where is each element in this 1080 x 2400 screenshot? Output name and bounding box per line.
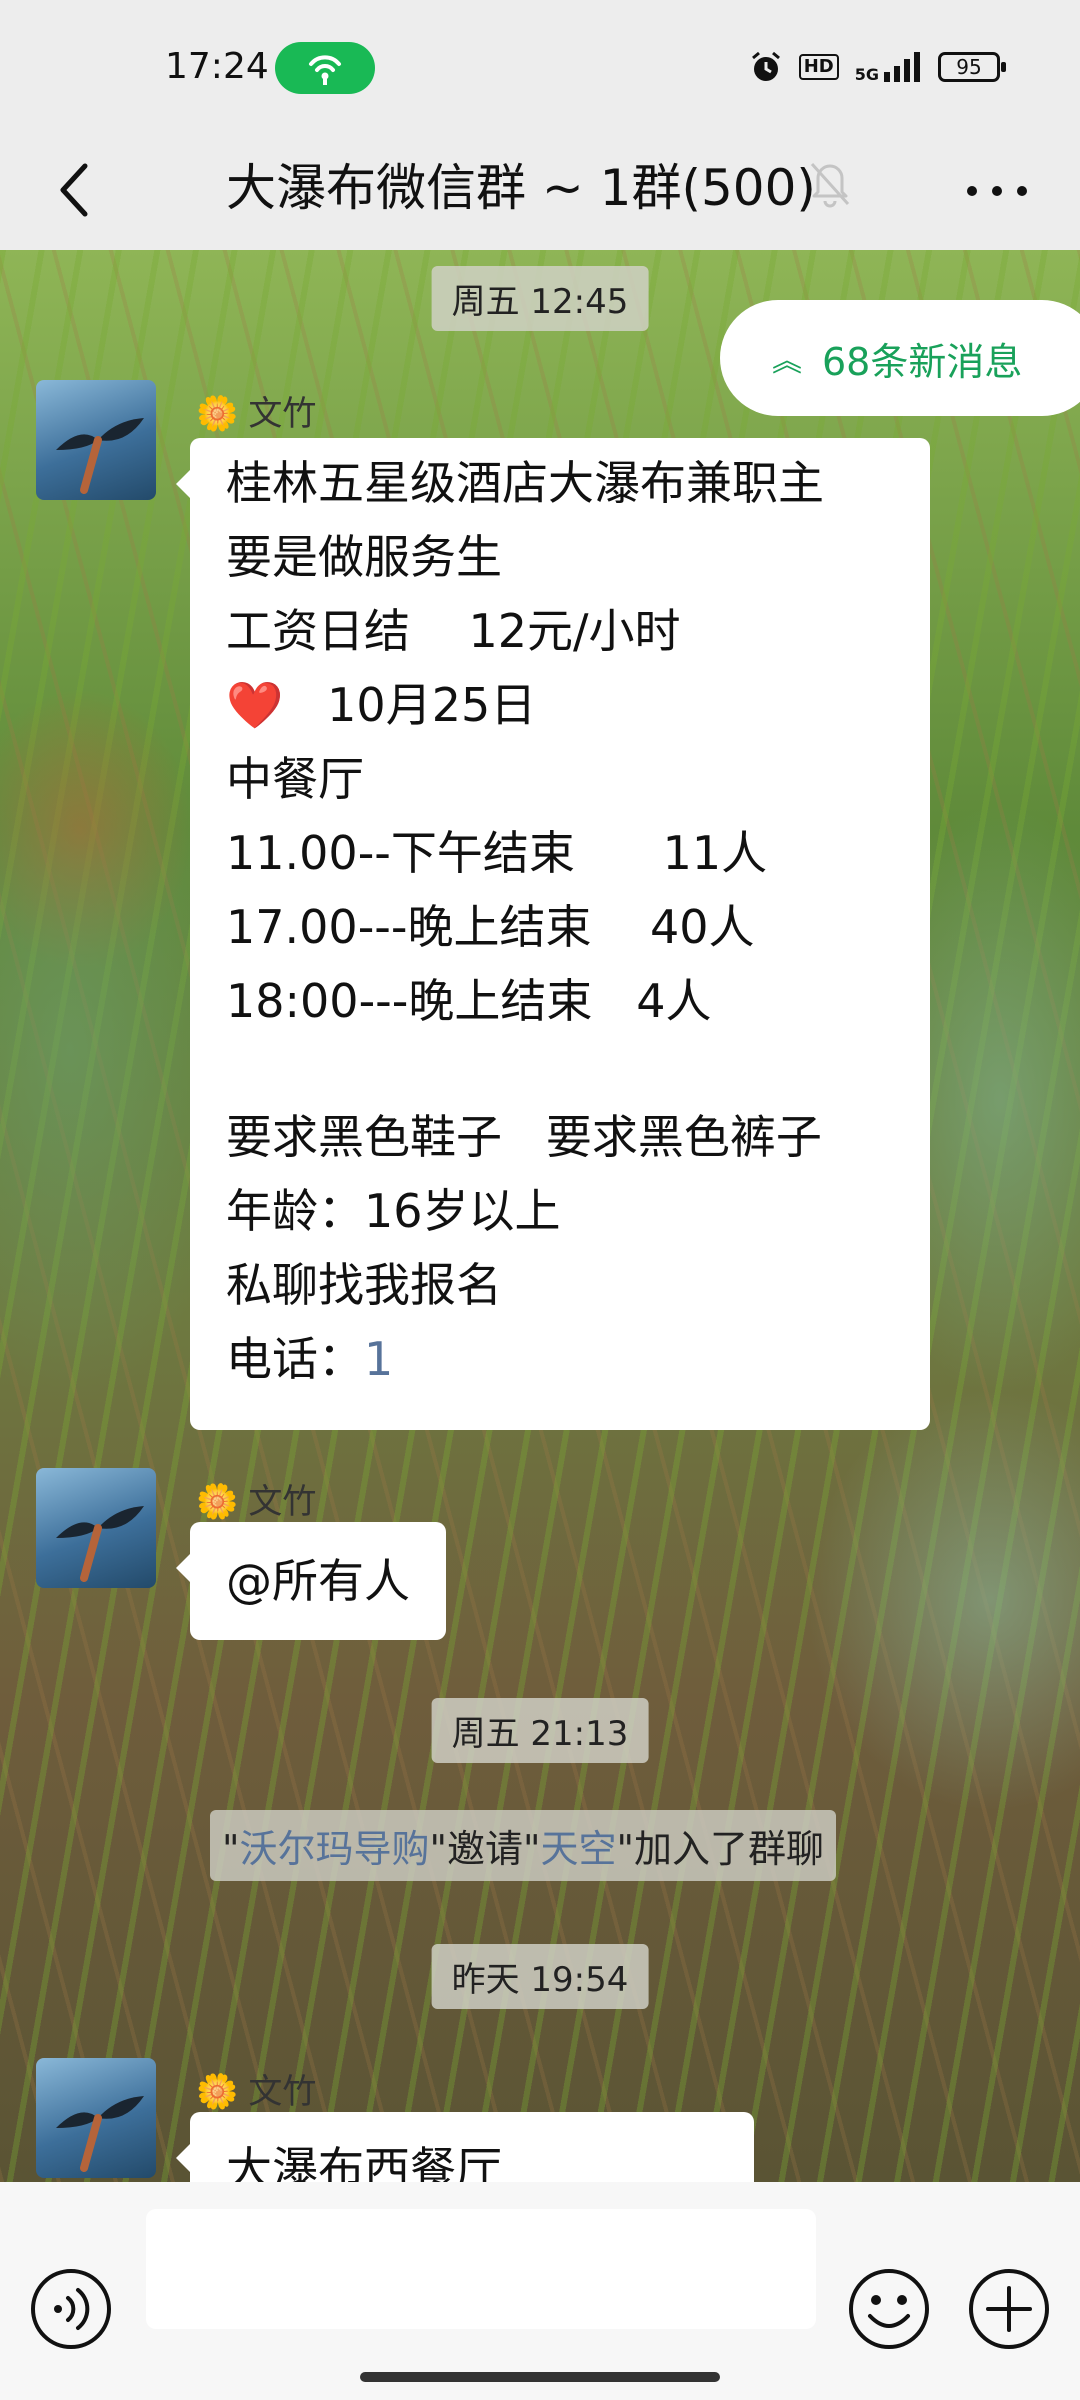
alarm-icon [751, 51, 780, 81]
avatar-image [56, 2096, 144, 2172]
avatar[interactable] [36, 380, 156, 500]
battery-icon: 95 [938, 52, 1006, 82]
plus-icon[interactable] [966, 2266, 1052, 2352]
sender-name: 🌼 文竹 [196, 2072, 317, 2112]
back-icon[interactable] [45, 152, 105, 228]
avatar[interactable] [36, 1468, 156, 1588]
avatar-image [56, 418, 144, 494]
message-input[interactable] [146, 2209, 816, 2329]
message-bubble[interactable]: @所有人 [176, 1522, 446, 1640]
message-line: 工资日结 12元/小时 [226, 604, 681, 658]
home-indicator[interactable] [360, 2372, 720, 2382]
chat-title: 大瀑布微信群 ~ 1群(500) [226, 159, 816, 217]
message-text: @所有人 [226, 1554, 410, 1608]
message-line: 要求黑色鞋子 要求黑色裤子 [226, 1110, 822, 1164]
new-messages-label: 68条新消息 [822, 339, 1023, 384]
timestamp: 周五 12:45 [431, 266, 649, 331]
mute-bell-icon [810, 162, 850, 208]
message-line: 年龄：16岁以上 [226, 1184, 561, 1238]
message-line: 要是做服务生 [226, 530, 502, 584]
network-type: 5G [854, 65, 879, 84]
message-bubble[interactable]: 桂林五星级酒店大瀑布兼职主 要是做服务生 工资日结 12元/小时 ❤️ 10月2… [176, 438, 930, 1430]
flower-icon: 🌼 [196, 394, 239, 434]
double-chevron-up-icon: ︽ [772, 344, 802, 379]
system-message: "沃尔玛导购"邀请"天空"加入了群聊 [210, 1810, 836, 1881]
input-bar [0, 2182, 1080, 2400]
status-icons: HD 5G 95 [749, 50, 1006, 84]
flower-icon: 🌼 [196, 2072, 239, 2112]
message-line: 17.00---晚上结束 40人 [226, 900, 755, 954]
inviter-name-link[interactable]: 沃尔玛导购 [239, 1827, 429, 1871]
phone-number-link[interactable]: 1 [364, 1332, 393, 1386]
status-time: 17:24 [165, 46, 269, 87]
invitee-name-link[interactable]: 天空 [540, 1827, 616, 1871]
hotspot-icon [309, 55, 341, 85]
more-options-icon[interactable] [962, 166, 1032, 216]
message-text: 大瀑布西餐厅 [226, 2142, 502, 2182]
timestamp: 周五 21:13 [431, 1698, 649, 1763]
emoji-icon[interactable] [846, 2266, 932, 2352]
hotspot-indicator[interactable] [275, 42, 375, 94]
flower-icon: 🌼 [196, 1482, 239, 1522]
message-line: 桂林五星级酒店大瀑布兼职主 [226, 456, 824, 510]
avatar-image [56, 1506, 144, 1582]
message-line: ❤️ 10月25日 [226, 678, 537, 732]
chat-header: 大瀑布微信群 ~ 1群(500) [0, 130, 1080, 250]
message-line: 电话：1 [226, 1332, 394, 1386]
hd-badge: HD [798, 54, 839, 80]
status-bar: 17:24 HD 5G 95 [0, 0, 1080, 130]
timestamp: 昨天 19:54 [431, 1944, 649, 2009]
message-bubble[interactable]: 大瀑布西餐厅 [176, 2112, 754, 2182]
sender-name: 🌼 文竹 [196, 1482, 317, 1522]
message-line: 私聊找我报名 [226, 1258, 502, 1312]
message-line: 中餐厅 [226, 752, 364, 806]
chat-area[interactable]: 周五 12:45 ︽ 68条新消息 🌼 文竹 桂林五星级酒店大瀑布兼职主 要是做服… [0, 250, 1080, 2182]
signal-icon: 5G [854, 52, 922, 84]
sender-name: 🌼 文竹 [196, 394, 317, 434]
new-messages-button[interactable]: ︽ 68条新消息 [720, 300, 1080, 416]
voice-input-icon[interactable] [28, 2266, 114, 2352]
avatar[interactable] [36, 2058, 156, 2178]
red-heart-icon: ❤️ [226, 678, 284, 732]
message-line: 11.00--下午结束 11人 [226, 826, 768, 880]
message-line: 18:00---晚上结束 4人 [226, 974, 712, 1028]
